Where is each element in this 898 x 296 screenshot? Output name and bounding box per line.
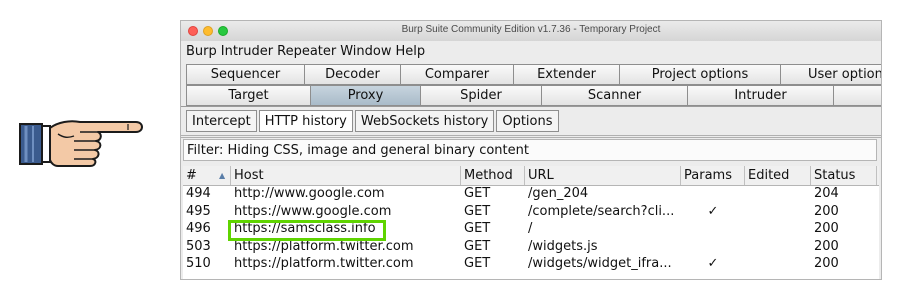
menu-burp[interactable]: Burp xyxy=(186,44,217,59)
column-header-status[interactable]: Status xyxy=(811,166,877,185)
window-title: Burp Suite Community Edition v1.7.36 - T… xyxy=(401,24,661,35)
table-row[interactable]: 503 https://platform.twitter.com GET/widge… xyxy=(183,238,879,256)
cell-status: 200 xyxy=(814,238,839,254)
burp-window: Burp Suite Community Edition v1.7.36 - T… xyxy=(180,20,882,280)
cell-url: / xyxy=(528,221,533,236)
sort-ascending-icon: ▲ xyxy=(219,171,226,180)
tab-scanner[interactable]: Scanner xyxy=(541,85,688,106)
cell-method: GET xyxy=(464,186,491,201)
column-header-edited[interactable]: Edited xyxy=(745,166,811,185)
tab-sequencer[interactable]: Sequencer xyxy=(186,64,305,85)
table-row[interactable]: 510 https://platform.twitter.com GET/widge… xyxy=(183,255,879,273)
cell-status: 204 xyxy=(814,186,839,201)
menu-repeater[interactable]: Repeater xyxy=(277,44,336,59)
tab-user-options[interactable]: User options xyxy=(780,64,881,85)
cell-num: 495 xyxy=(186,203,211,219)
subtab-intercept[interactable]: Intercept xyxy=(186,110,257,132)
cell-method: GET xyxy=(464,238,491,254)
subtab-options[interactable]: Options xyxy=(496,110,559,132)
cell-url: /widgets/widget_ifra... xyxy=(528,256,672,271)
column-header-host[interactable]: Host xyxy=(231,166,461,185)
tab-overflow[interactable] xyxy=(833,85,881,106)
column-label: # xyxy=(186,168,197,183)
http-history-table: # ▲ Host Method URL Params Edited Status… xyxy=(183,166,879,279)
cell-status: 200 xyxy=(814,203,839,219)
cell-host: http://www.google.com xyxy=(234,186,385,201)
cell-host: https://samsclass.info xyxy=(234,221,376,236)
pointing-hand-icon xyxy=(19,120,143,167)
divider xyxy=(181,106,881,107)
column-header-num[interactable]: # ▲ xyxy=(183,166,231,185)
cell-host: https://www.google.com xyxy=(234,203,392,219)
table-row[interactable]: 494 http://www.google.com GET/gen_204 204 xyxy=(183,185,879,203)
tab-project-options[interactable]: Project options xyxy=(619,64,781,85)
column-header-url[interactable]: URL xyxy=(525,166,681,185)
tab-row-bottom: Target Proxy Spider Scanner Intruder xyxy=(186,85,881,106)
tab-decoder[interactable]: Decoder xyxy=(304,64,401,85)
cell-status: 200 xyxy=(814,256,839,271)
cell-host: https://platform.twitter.com xyxy=(234,256,414,271)
divider xyxy=(181,137,881,138)
column-header-method[interactable]: Method xyxy=(461,166,525,185)
cell-url: /gen_204 xyxy=(528,186,589,201)
cell-host: https://platform.twitter.com xyxy=(234,238,414,254)
proxy-subtabs: Intercept HTTP history WebSockets histor… xyxy=(186,110,561,132)
subtab-websockets-history[interactable]: WebSockets history xyxy=(354,110,495,132)
tab-spider[interactable]: Spider xyxy=(420,85,542,106)
cell-method: GET xyxy=(464,256,491,271)
title-bar[interactable]: Burp Suite Community Edition v1.7.36 - T… xyxy=(181,21,881,42)
cell-url: /widgets.js xyxy=(528,238,598,254)
tab-comparer[interactable]: Comparer xyxy=(400,64,514,85)
cell-num: 494 xyxy=(186,186,211,201)
subtab-http-history[interactable]: HTTP history xyxy=(258,110,353,132)
cell-params: ✓ xyxy=(707,256,719,271)
menu-bar: Burp Intruder Repeater Window Help xyxy=(181,41,881,61)
tab-intruder[interactable]: Intruder xyxy=(687,85,834,106)
table-header: # ▲ Host Method URL Params Edited Status xyxy=(183,166,879,186)
cell-method: GET xyxy=(464,221,491,236)
tab-extender[interactable]: Extender xyxy=(513,64,620,85)
cell-num: 496 xyxy=(186,221,211,236)
tab-target[interactable]: Target xyxy=(186,85,311,106)
menu-intruder[interactable]: Intruder xyxy=(221,44,273,59)
menu-help[interactable]: Help xyxy=(396,44,426,59)
cell-params: ✓ xyxy=(707,203,719,219)
table-row[interactable]: 496 https://samsclass.info GET / 200 xyxy=(183,220,879,238)
cell-url: /complete/search?cli... xyxy=(528,203,675,219)
tab-proxy[interactable]: Proxy xyxy=(310,85,421,106)
table-row[interactable]: 495 https://www.google.com GET/complete/se… xyxy=(183,203,879,221)
column-header-params[interactable]: Params xyxy=(681,166,745,185)
divider xyxy=(181,135,881,136)
cell-num: 510 xyxy=(186,256,211,271)
tab-row-top: Sequencer Decoder Comparer Extender Proj… xyxy=(186,64,881,85)
filter-bar[interactable]: Filter: Hiding CSS, image and general bi… xyxy=(183,139,877,161)
cell-num: 503 xyxy=(186,238,211,254)
cell-status: 200 xyxy=(814,221,839,236)
menu-window[interactable]: Window xyxy=(340,44,391,59)
cell-method: GET xyxy=(464,203,491,219)
